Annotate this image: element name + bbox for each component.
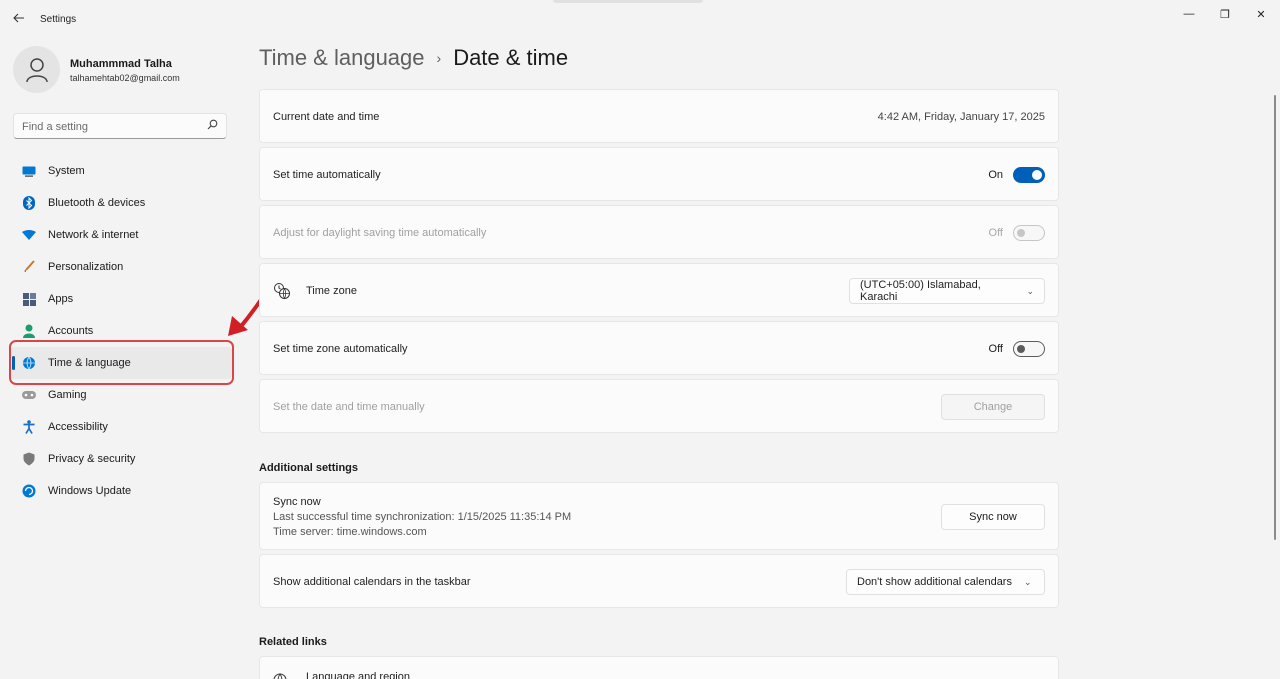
additional-settings-title: Additional settings bbox=[259, 462, 358, 474]
sidebar-item-label: System bbox=[48, 165, 85, 177]
shield-icon bbox=[22, 452, 36, 466]
sync-card: Sync now Last successful time synchroniz… bbox=[259, 482, 1059, 550]
chevron-down-icon: ⌄ bbox=[1023, 576, 1032, 587]
sync-now-button[interactable]: Sync now bbox=[941, 504, 1045, 530]
calendars-dropdown[interactable]: Don't show additional calendars ⌄ bbox=[846, 569, 1045, 595]
set-time-auto-label: Set time automatically bbox=[273, 169, 381, 181]
calendars-card: Show additional calendars in the taskbar… bbox=[259, 554, 1059, 608]
current-date-time-label: Current date and time bbox=[273, 111, 380, 123]
annotation-highlight-box bbox=[9, 340, 234, 385]
search-placeholder: Find a setting bbox=[22, 121, 89, 133]
sidebar-item-privacy[interactable]: Privacy & security bbox=[10, 443, 232, 475]
gamepad-icon bbox=[22, 388, 36, 402]
calendars-label: Show additional calendars in the taskbar bbox=[273, 576, 471, 588]
current-date-time-value: 4:42 AM, Friday, January 17, 2025 bbox=[877, 111, 1045, 123]
language-region-link[interactable]: Language and region bbox=[306, 671, 410, 679]
manual-date-time-label: Set the date and time manually bbox=[273, 401, 425, 413]
breadcrumb-separator: › bbox=[436, 50, 442, 66]
related-links-title: Related links bbox=[259, 636, 327, 648]
search-icon bbox=[207, 119, 218, 130]
toggle-state-text: On bbox=[988, 169, 1003, 181]
accessibility-icon bbox=[22, 420, 36, 434]
manual-date-time-card: Set the date and time manually Change bbox=[259, 379, 1059, 433]
sidebar-item-system[interactable]: System bbox=[10, 155, 232, 187]
breadcrumb: Time & language › Date & time bbox=[259, 45, 568, 71]
language-region-card[interactable]: Language and region bbox=[259, 656, 1059, 679]
last-sync-text: Last successful time synchronization: 1/… bbox=[273, 511, 572, 523]
sidebar-item-personalization[interactable]: Personalization bbox=[10, 251, 232, 283]
person-icon bbox=[25, 57, 48, 82]
apps-icon bbox=[22, 292, 36, 306]
sidebar-nav: System Bluetooth & devices Network & int… bbox=[10, 155, 232, 507]
set-time-auto-card: Set time automatically On bbox=[259, 147, 1059, 201]
page-title: Date & time bbox=[453, 45, 569, 70]
minimize-button[interactable]: — bbox=[1177, 6, 1201, 22]
daylight-saving-card: Adjust for daylight saving time automati… bbox=[259, 205, 1059, 259]
toggle-state-text: Off bbox=[988, 343, 1003, 355]
sidebar-item-apps[interactable]: Apps bbox=[10, 283, 232, 315]
chevron-down-icon: ⌄ bbox=[1026, 285, 1034, 296]
calendars-value: Don't show additional calendars bbox=[857, 576, 1012, 588]
sidebar-item-label: Personalization bbox=[48, 261, 124, 273]
drag-handle bbox=[553, 0, 703, 3]
sidebar-item-label: Privacy & security bbox=[48, 453, 136, 465]
sidebar-item-label: Gaming bbox=[48, 389, 87, 401]
sidebar-item-windows-update[interactable]: Windows Update bbox=[10, 475, 232, 507]
person-icon bbox=[22, 324, 36, 338]
brush-icon bbox=[22, 260, 36, 274]
set-time-auto-toggle[interactable] bbox=[1013, 167, 1045, 183]
back-arrow-icon[interactable] bbox=[10, 9, 28, 27]
search-input[interactable]: Find a setting bbox=[13, 113, 227, 139]
globe-icon bbox=[273, 673, 287, 679]
set-tz-auto-label: Set time zone automatically bbox=[273, 343, 408, 355]
sidebar-item-label: Windows Update bbox=[48, 485, 132, 497]
sidebar-item-label: Accounts bbox=[48, 325, 94, 337]
sidebar-item-network[interactable]: Network & internet bbox=[10, 219, 232, 251]
sidebar-item-label: Bluetooth & devices bbox=[48, 197, 146, 209]
wifi-icon bbox=[22, 228, 36, 242]
sidebar-item-bluetooth[interactable]: Bluetooth & devices bbox=[10, 187, 232, 219]
avatar[interactable] bbox=[13, 46, 60, 93]
sidebar-item-label: Accessibility bbox=[48, 421, 108, 433]
current-date-time-card: Current date and time 4:42 AM, Friday, J… bbox=[259, 89, 1059, 143]
time-zone-card: Time zone (UTC+05:00) Islamabad, Karachi… bbox=[259, 263, 1059, 317]
time-zone-dropdown[interactable]: (UTC+05:00) Islamabad, Karachi ⌄ bbox=[849, 278, 1045, 304]
sidebar-item-label: Network & internet bbox=[48, 229, 139, 241]
scrollbar[interactable] bbox=[1274, 95, 1276, 540]
daylight-saving-toggle[interactable] bbox=[1013, 225, 1045, 241]
close-button[interactable]: ✕ bbox=[1249, 6, 1273, 22]
bluetooth-icon bbox=[22, 196, 36, 210]
maximize-button[interactable]: ❐ bbox=[1213, 6, 1237, 22]
title-bar: Settings — ❐ ✕ bbox=[0, 0, 1280, 38]
profile-name: Muhammmad Talha bbox=[70, 58, 172, 70]
set-tz-auto-card: Set time zone automatically Off bbox=[259, 321, 1059, 375]
app-title: Settings bbox=[40, 14, 77, 25]
update-icon bbox=[22, 484, 36, 498]
monitor-icon bbox=[22, 164, 36, 178]
sidebar-item-accessibility[interactable]: Accessibility bbox=[10, 411, 232, 443]
profile-email: talhamehtab02@gmail.com bbox=[70, 73, 180, 83]
sidebar-item-label: Apps bbox=[48, 293, 74, 305]
time-zone-label: Time zone bbox=[306, 285, 357, 297]
time-zone-value: (UTC+05:00) Islamabad, Karachi bbox=[860, 279, 981, 303]
breadcrumb-parent[interactable]: Time & language bbox=[259, 45, 425, 71]
change-button[interactable]: Change bbox=[941, 394, 1045, 420]
daylight-saving-label: Adjust for daylight saving time automati… bbox=[273, 227, 487, 239]
set-tz-auto-toggle[interactable] bbox=[1013, 341, 1045, 357]
sync-label: Sync now bbox=[273, 496, 321, 508]
toggle-state-text: Off bbox=[988, 227, 1003, 239]
time-server-text: Time server: time.windows.com bbox=[273, 526, 427, 538]
globe-clock-icon bbox=[273, 282, 291, 300]
